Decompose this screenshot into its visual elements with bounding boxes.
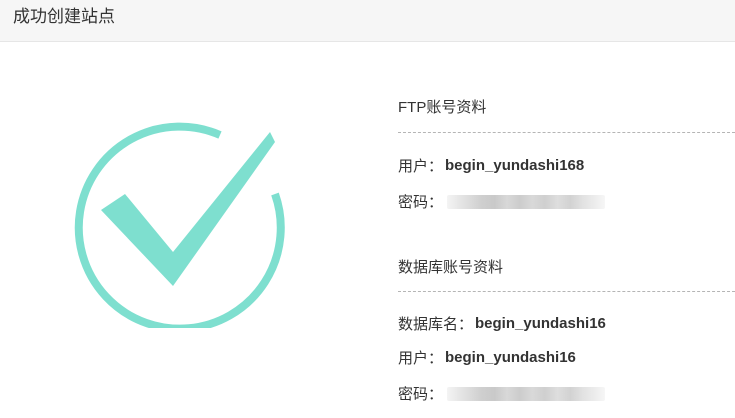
database-divider xyxy=(398,291,735,292)
database-password-redacted xyxy=(447,386,606,401)
ftp-password-redacted xyxy=(447,194,606,209)
ftp-password-label: 密码： xyxy=(398,194,444,211)
database-section-title: 数据库账号资料 xyxy=(398,259,504,276)
database-user-label: 用户： xyxy=(398,350,444,367)
ftp-user-value: begin_yundashi168 xyxy=(445,157,585,174)
database-password-row: 密码： xyxy=(398,383,606,404)
database-name-row: 数据库名： begin_yundashi16 xyxy=(398,313,606,334)
ftp-user-label: 用户： xyxy=(398,158,444,175)
database-user-value: begin_yundashi16 xyxy=(445,349,576,366)
database-user-row: 用户： begin_yundashi16 xyxy=(398,347,576,368)
database-name-value: begin_yundashi16 xyxy=(475,315,606,332)
dialog-title: 成功创建站点 xyxy=(13,7,115,26)
database-password-label: 密码： xyxy=(398,386,444,403)
success-checkmark-icon xyxy=(74,122,285,328)
account-info-panel: FTP账号资料 用户： begin_yundashi168 密码： 数据库账号资… xyxy=(398,0,735,418)
ftp-user-row: 用户： begin_yundashi168 xyxy=(398,155,584,176)
ftp-section-title: FTP账号资料 xyxy=(398,99,487,116)
ftp-password-row: 密码： xyxy=(398,191,606,212)
database-name-label: 数据库名： xyxy=(398,316,474,333)
ftp-divider xyxy=(398,132,735,133)
